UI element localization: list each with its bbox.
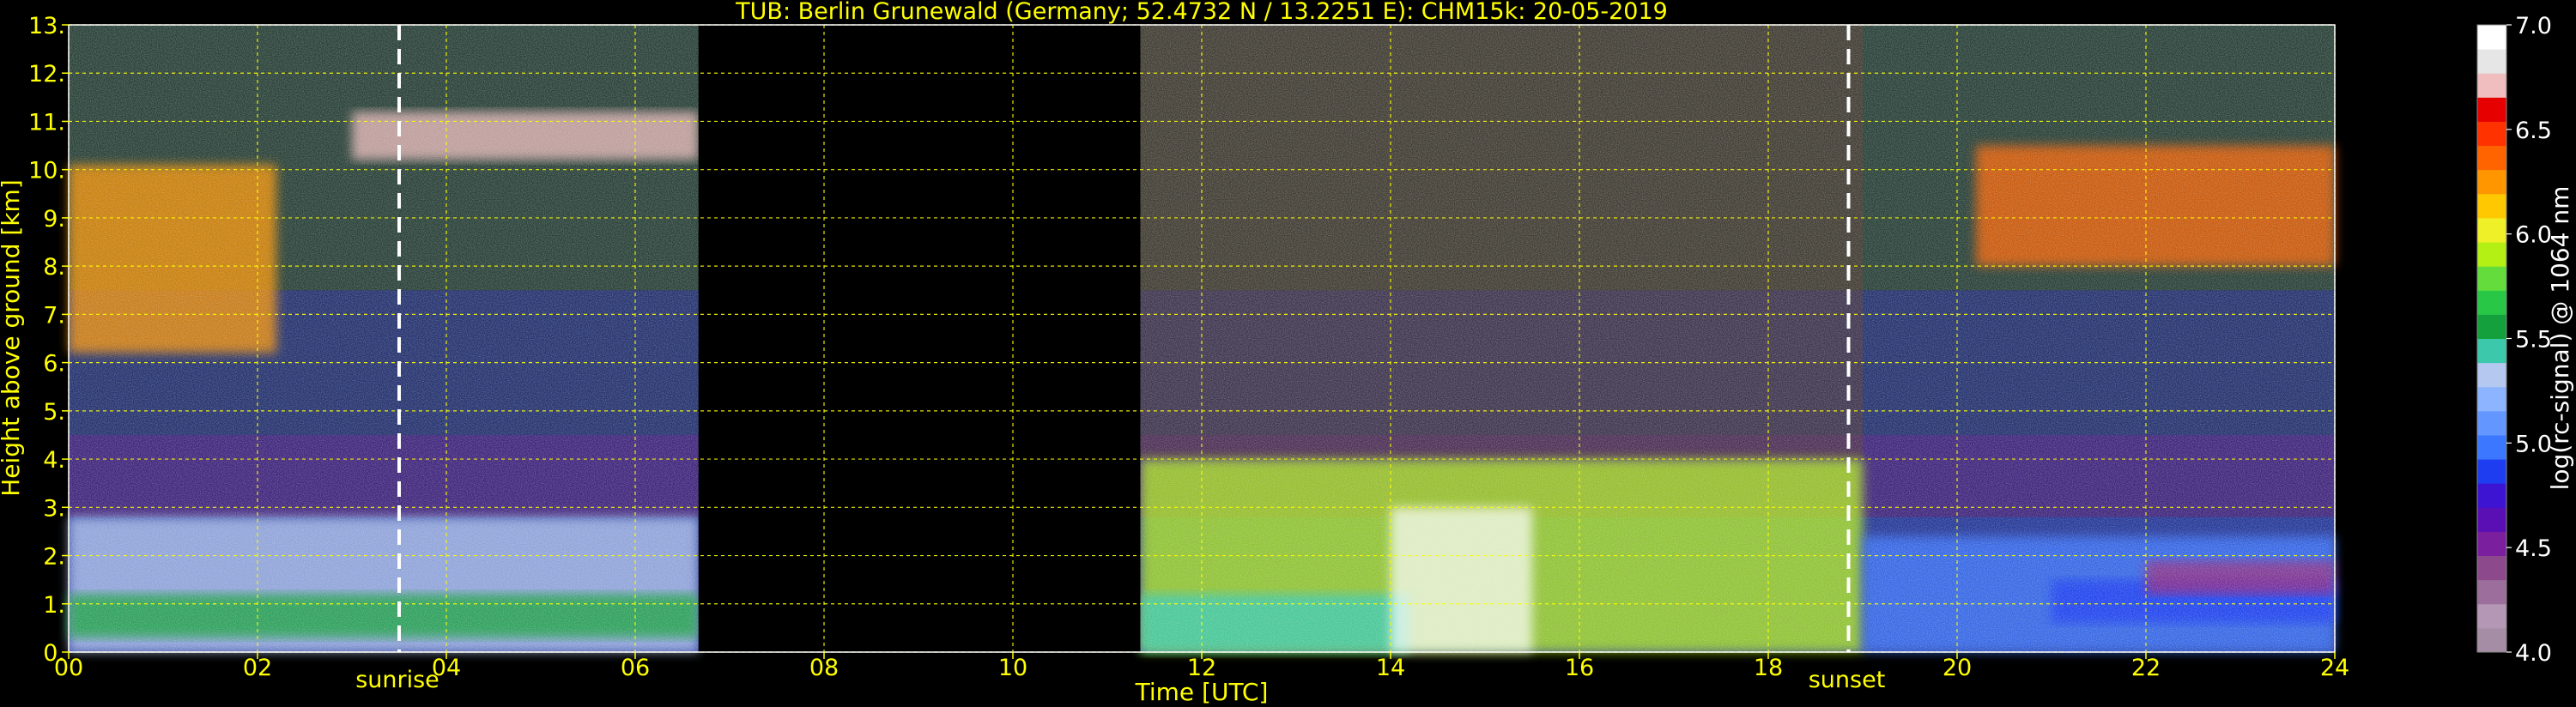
y-tick-label: 10.: [28, 158, 65, 184]
y-tick-label: 13.: [28, 13, 65, 39]
colorbar-title: log(rc-signal) @ 1064 nm: [2546, 186, 2574, 491]
colorbar-segment: [2477, 507, 2506, 532]
x-tick-label: 24: [2320, 655, 2349, 681]
y-axis-ticks: 0. 1. 2. 3. 4. 5. 6. 7. 8. 9. 10. 11. 12. 13.: [28, 13, 69, 667]
colorbar-segment: [2477, 193, 2506, 219]
colorbar-segment: [2477, 217, 2506, 243]
x-tick-label: 22: [2131, 655, 2161, 681]
colorbar-segment: [2477, 169, 2506, 195]
x-tick-label: 06: [621, 655, 650, 681]
ceilometer-figure: sunrise sunset 00 02 04 06 08 10 12 14 16 18 20 22 24…: [0, 0, 2576, 707]
y-tick-label: 6.: [43, 351, 65, 378]
y-tick-label: 9.: [43, 206, 65, 233]
colorbar-segment: [2477, 627, 2506, 653]
y-tick-label: 7.: [43, 302, 65, 329]
y-tick-label: 5.: [43, 399, 65, 426]
event-label-sunset: sunset: [1809, 667, 1886, 693]
event-label-sunrise: sunrise: [355, 667, 439, 693]
y-tick-label: 2.: [43, 544, 65, 571]
speckle-noise-overlay: [69, 25, 2335, 652]
x-tick-label: 16: [1565, 655, 1594, 681]
colorbar-segment: [2477, 362, 2506, 388]
colorbar-segment: [2477, 579, 2506, 605]
y-tick-label: 11.: [28, 109, 65, 136]
colorbar-segment: [2477, 555, 2506, 581]
y-tick-label: 4.: [43, 447, 65, 474]
x-tick-label: 20: [1943, 655, 1972, 681]
colorbar-segment: [2477, 49, 2506, 74]
x-tick-label: 08: [809, 655, 839, 681]
y-tick-label: 3.: [43, 495, 65, 522]
colorbar-segment: [2477, 97, 2506, 122]
colorbar-segment: [2477, 145, 2506, 171]
x-tick-label: 14: [1376, 655, 1405, 681]
x-axis-title: Time [UTC]: [1135, 678, 1269, 706]
colorbar-segment: [2477, 25, 2506, 50]
x-tick-label: 18: [1754, 655, 1783, 681]
x-tick-label: 02: [243, 655, 272, 681]
colorbar-segment: [2477, 121, 2506, 147]
colorbar-tick-label: 7.0: [2515, 13, 2552, 39]
colorbar-segment: [2477, 459, 2506, 484]
colorbar-tick-label: 4.0: [2515, 640, 2552, 667]
colorbar-segment: [2477, 290, 2506, 315]
colorbar-segment: [2477, 338, 2506, 364]
no-data-layer: [698, 25, 1141, 652]
colorbar-segment: [2477, 483, 2506, 508]
colorbar-segment: [2477, 386, 2506, 412]
y-tick-label: 0.: [43, 640, 65, 667]
y-tick-label: 12.: [28, 61, 65, 88]
colorbar-tick-label: 6.5: [2515, 118, 2552, 144]
colorbar-segment: [2477, 603, 2506, 629]
x-tick-label: 04: [432, 655, 461, 681]
chart-title: TUB: Berlin Grunewald (Germany; 52.4732 …: [735, 0, 1668, 25]
colorbar-segment: [2477, 73, 2506, 98]
colorbar: 4.04.55.05.56.06.57.0: [2476, 13, 2552, 667]
colorbar-segment: [2477, 410, 2506, 436]
colorbar-tick-label: 4.5: [2515, 535, 2552, 562]
colorbar-segment: [2477, 314, 2506, 339]
no-data-region: [698, 25, 1141, 652]
colorbar-segment: [2477, 531, 2506, 557]
colorbar-segment: [2477, 242, 2506, 267]
y-tick-label: 1.: [43, 592, 65, 619]
y-tick-label: 8.: [43, 254, 65, 281]
colorbar-segment: [2477, 266, 2506, 291]
colorbar-segment: [2477, 434, 2506, 460]
y-axis-title: Height above ground [km]: [0, 179, 25, 497]
ceilometer-chart: sunrise sunset 00 02 04 06 08 10 12 14 16 18 20 22 24…: [0, 0, 2574, 706]
x-tick-label: 10: [998, 655, 1027, 681]
